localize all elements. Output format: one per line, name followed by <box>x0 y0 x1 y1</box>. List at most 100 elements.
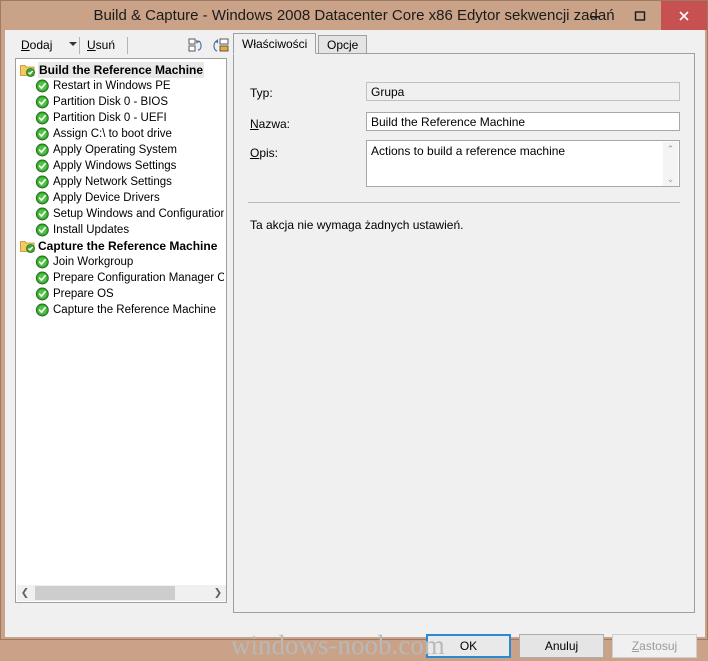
description-label-rest: pis: <box>259 146 279 160</box>
green-check-icon <box>35 287 50 301</box>
tree-item-label: Apply Device Drivers <box>53 192 160 204</box>
tree-group-row[interactable]: Capture the Reference Machine <box>16 238 224 254</box>
tree-item-label: Apply Operating System <box>53 144 178 156</box>
tree-item-row[interactable]: Apply Network Settings <box>16 174 224 190</box>
tree-item-label: Partition Disk 0 - BIOS <box>53 96 169 108</box>
tree-horizontal-scrollbar[interactable]: ❮ ❯ <box>17 584 226 601</box>
green-check-icon <box>35 287 49 301</box>
green-check-icon <box>35 95 49 109</box>
green-check-icon <box>35 127 49 141</box>
tree-item-row[interactable]: Partition Disk 0 - BIOS <box>16 94 224 110</box>
tree-item-row[interactable]: Partition Disk 0 - UEFI <box>16 110 224 126</box>
scroll-up-button[interactable]: ⌃ <box>663 142 678 157</box>
folder-check-icon <box>20 241 35 253</box>
maximize-button[interactable] <box>617 1 662 30</box>
green-check-icon <box>35 207 50 221</box>
green-check-icon <box>35 271 49 285</box>
chevron-up-icon: ⌃ <box>666 144 675 155</box>
tree-item-label: Assign C:\ to boot drive <box>53 128 172 140</box>
green-check-icon <box>35 159 50 173</box>
close-button[interactable] <box>661 1 707 30</box>
folder-check-icon <box>20 63 35 77</box>
scroll-down-button[interactable]: ⌄ <box>663 172 678 186</box>
delete-button[interactable]: Usuń <box>83 36 119 55</box>
delete-button-label-rest: suń <box>95 38 116 52</box>
tree-item-row[interactable]: Join Workgroup <box>16 254 224 270</box>
expand-all-icon[interactable] <box>211 37 231 55</box>
green-check-icon <box>35 111 50 125</box>
ok-button[interactable]: OK <box>426 634 511 658</box>
chevron-right-icon: ❯ <box>213 587 223 599</box>
task-sequence-tree[interactable]: Build the Reference Machine Restart in Wi… <box>15 58 227 603</box>
tab-options[interactable]: Opcje <box>318 35 368 54</box>
description-scrollbar[interactable]: ⌃ ⌄ <box>663 142 678 186</box>
name-input[interactable]: Build the Reference Machine <box>366 112 680 131</box>
green-check-icon <box>35 255 49 269</box>
green-check-icon <box>35 143 50 157</box>
tree-item-row[interactable]: Apply Windows Settings <box>16 158 224 174</box>
green-check-icon <box>35 143 49 157</box>
name-label: Nazwa: <box>250 117 290 131</box>
name-accel-letter: N <box>250 117 259 131</box>
tree-item-label: Setup Windows and Configuration <box>53 208 224 220</box>
description-text: Actions to build a reference machine <box>371 144 566 158</box>
toolbar-separator <box>79 37 80 54</box>
tree-item-row[interactable]: Prepare Configuration Manager Cli <box>16 270 224 286</box>
green-check-icon <box>35 191 50 205</box>
close-icon <box>679 10 689 21</box>
green-check-icon <box>35 303 50 317</box>
tree-item-row[interactable]: Install Updates <box>16 222 224 238</box>
scroll-right-button[interactable]: ❯ <box>210 585 226 601</box>
tab-properties[interactable]: Właściwości <box>233 33 317 54</box>
green-check-icon <box>35 207 49 221</box>
tree-item-row[interactable]: Apply Operating System <box>16 142 224 158</box>
green-check-icon <box>35 271 50 285</box>
green-check-icon <box>35 79 49 93</box>
scroll-left-button[interactable]: ❮ <box>17 585 33 601</box>
tree-item-label: Restart in Windows PE <box>53 80 171 92</box>
scrollbar-thumb[interactable] <box>35 586 175 600</box>
tree-item-row[interactable]: Capture the Reference Machine <box>16 302 224 318</box>
green-check-icon <box>35 191 49 205</box>
description-textarea[interactable]: Actions to build a reference machine ⌃ ⌄ <box>366 140 680 187</box>
tree-item-row[interactable]: Restart in Windows PE <box>16 78 224 94</box>
add-button-label-rest: odaj <box>29 38 53 52</box>
properties-pane: Właściwości Opcje Typ: Grupa Nazwa: Build… <box>233 33 695 613</box>
name-label-rest: azwa: <box>258 117 291 131</box>
tree-item-row[interactable]: Setup Windows and Configuration <box>16 206 224 222</box>
green-check-icon <box>35 223 49 237</box>
title-bar: Build & Capture - Windows 2008 Datacente… <box>1 1 707 30</box>
tree-item-label: Apply Windows Settings <box>53 160 177 172</box>
description-label: Opis: <box>250 146 278 160</box>
green-check-icon <box>35 255 50 269</box>
tree-item-label: Prepare Configuration Manager Cli <box>53 272 224 284</box>
apply-button: Zastosuj <box>612 634 697 658</box>
watermark: windows-noob.com <box>231 630 445 660</box>
tree-item-label: Join Workgroup <box>53 256 134 268</box>
green-check-icon <box>35 127 50 141</box>
add-button[interactable]: Dodaj <box>17 36 56 55</box>
cancel-button[interactable]: Anuluj <box>519 634 604 658</box>
green-check-icon <box>35 111 49 125</box>
tree-item-label: Capture the Reference Machine <box>38 239 218 253</box>
tree-item-row[interactable]: Apply Device Drivers <box>16 190 224 206</box>
folder-check-icon <box>20 65 35 77</box>
tab-label: Właściwości <box>242 37 308 51</box>
green-check-icon <box>35 79 50 93</box>
green-check-icon <box>35 175 49 189</box>
chevron-down-icon[interactable] <box>69 42 77 46</box>
tree-group-row[interactable]: Build the Reference Machine <box>16 62 224 78</box>
sequence-pane: Dodaj Usuń Build the Reference Machine R… <box>15 33 229 603</box>
tree-item-row[interactable]: Prepare OS <box>16 286 224 302</box>
tree-item-row[interactable]: Assign C:\ to boot drive <box>16 126 224 142</box>
apply-label-rest: astosuj <box>639 639 678 653</box>
type-value: Grupa <box>366 82 680 101</box>
sequence-toolbar: Dodaj Usuń <box>15 33 229 58</box>
minimize-button[interactable] <box>572 1 617 30</box>
add-accel-letter: D <box>21 38 30 52</box>
collapse-all-icon[interactable] <box>187 37 207 55</box>
tree-item-label: Apply Network Settings <box>53 176 172 188</box>
tree-item-label: Install Updates <box>53 224 130 236</box>
delete-accel-letter: U <box>87 38 96 52</box>
green-check-icon <box>35 159 49 173</box>
